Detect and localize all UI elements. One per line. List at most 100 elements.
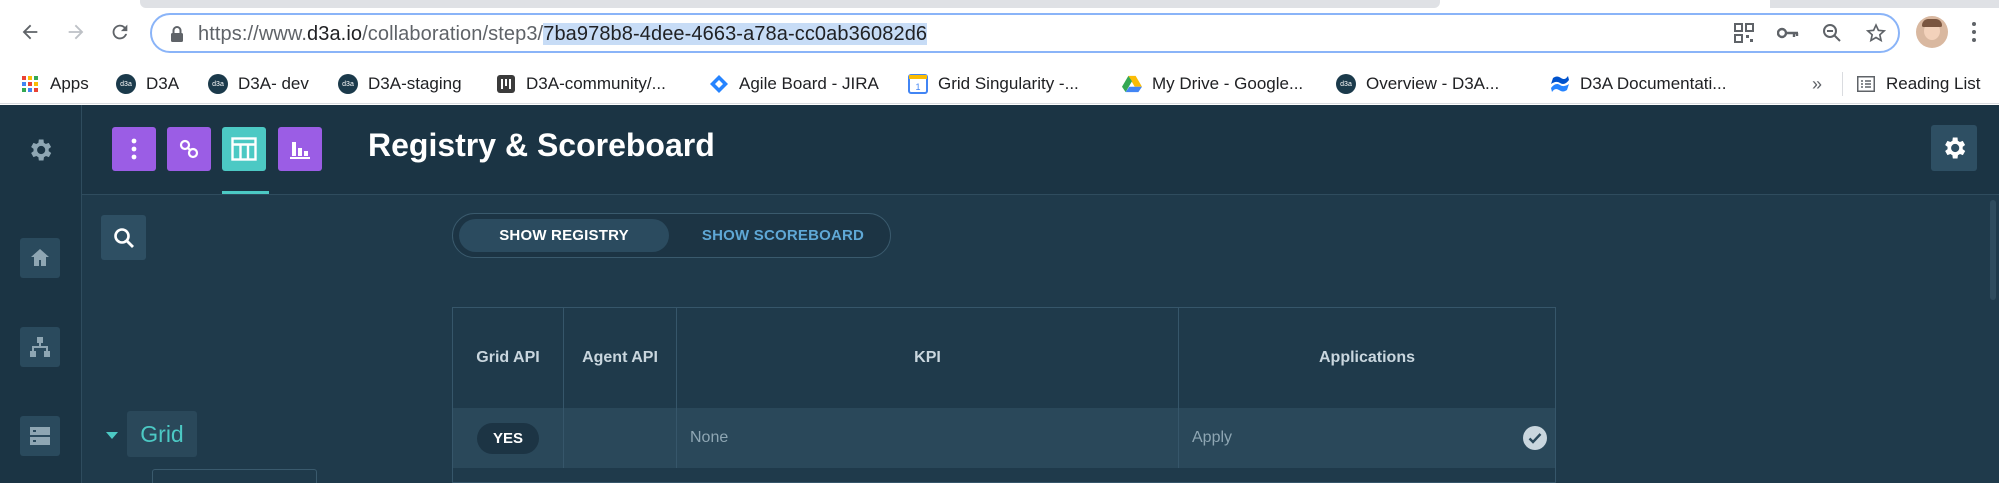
caret-down-icon[interactable] [106, 432, 118, 439]
key-icon[interactable] [1776, 21, 1800, 45]
charts-tool-button[interactable] [278, 127, 322, 171]
show-scoreboard-button[interactable]: SHOW SCOREBOARD [683, 219, 883, 252]
registry-tool-button[interactable] [222, 127, 266, 171]
column-header-kpi[interactable]: KPI [677, 308, 1179, 408]
overflow-label: » [1812, 73, 1823, 94]
github-favicon-icon [496, 74, 516, 94]
column-header-grid-api[interactable]: Grid API [453, 308, 564, 408]
browser-toolbar: https://www.d3a.io/collaboration/step3/7… [0, 0, 1999, 64]
gear-icon [1945, 137, 1966, 159]
avatar-hair [1922, 19, 1942, 27]
bookmark-apps[interactable]: Apps [20, 73, 89, 95]
bookmark-my-drive[interactable]: My Drive - Google... [1122, 73, 1303, 95]
star-icon[interactable] [1864, 21, 1888, 45]
registry-table: Grid API Agent API KPI Applications YES … [452, 307, 1556, 483]
calendar-favicon-icon: 1 [908, 74, 928, 94]
bookmark-overview-d3a[interactable]: d3a Overview - D3A... [1336, 73, 1499, 95]
bookmark-label: D3A [146, 74, 180, 93]
links-tool-button[interactable] [167, 127, 211, 171]
bookmark-label: D3A-community/... [526, 74, 666, 93]
bookmark-d3a-community[interactable]: D3A-community/... [496, 73, 666, 95]
check-circle-icon[interactable] [1523, 426, 1547, 450]
active-tool-indicator [222, 191, 269, 194]
server-icon [30, 427, 50, 445]
yes-badge[interactable]: YES [477, 422, 539, 454]
forward-button[interactable] [60, 16, 92, 48]
page-scrollbar[interactable] [1990, 200, 1996, 300]
apps-grid-icon [20, 74, 40, 94]
table-row: YES None Apply [453, 408, 1555, 468]
column-header-applications[interactable]: Applications [1179, 308, 1555, 408]
d3a-favicon-icon: d3a [116, 74, 136, 94]
bookmark-label: D3A Documentati... [1580, 74, 1727, 93]
reading-list-button[interactable]: Reading List [1856, 73, 1981, 95]
url-path: /collaboration/step3/ [362, 23, 544, 45]
bookmark-d3a-staging[interactable]: d3a D3A-staging [338, 73, 462, 95]
reload-icon [112, 24, 128, 40]
bookmark-grid-singularity[interactable]: 1 Grid Singularity -... [908, 73, 1079, 95]
qr-code-icon[interactable] [1732, 21, 1756, 45]
back-button[interactable] [14, 16, 46, 48]
cell-applications: Apply [1179, 408, 1555, 468]
zoom-out-icon[interactable] [1820, 21, 1844, 45]
d3a-favicon-icon: d3a [208, 74, 228, 94]
url-text[interactable]: https://www.d3a.io/collaboration/step3/7… [198, 23, 928, 46]
search-button[interactable] [101, 215, 146, 260]
bookmark-jira[interactable]: Agile Board - JIRA [709, 73, 879, 95]
vertical-dots-icon [131, 138, 137, 160]
browser-menu-button[interactable] [1962, 18, 1986, 46]
bookmark-label: My Drive - Google... [1152, 74, 1304, 93]
google-drive-icon [1122, 74, 1142, 94]
arrow-left-icon [22, 24, 38, 40]
lock-icon [170, 25, 184, 48]
profile-avatar[interactable] [1916, 16, 1948, 48]
jira-favicon-icon [709, 74, 729, 94]
reading-list-label: Reading List [1886, 74, 1981, 93]
cell-agent-api [564, 408, 677, 468]
bookmark-d3a-documentation[interactable]: D3A Documentati... [1550, 73, 1726, 95]
bookmark-d3a-dev[interactable]: d3a D3A- dev [208, 73, 309, 95]
rail-home-button[interactable] [20, 238, 60, 278]
tree-root-grid[interactable]: Grid [127, 411, 197, 457]
tab-strip-right [1770, 0, 1999, 8]
left-rail [0, 105, 82, 483]
tab-strip [140, 0, 1440, 8]
table-icon [231, 137, 257, 161]
rail-hierarchy-button[interactable] [20, 327, 60, 367]
cell-grid-api: YES [453, 408, 564, 468]
rail-settings-button[interactable] [26, 136, 54, 169]
show-registry-button[interactable]: SHOW REGISTRY [459, 219, 669, 252]
hierarchy-icon [30, 337, 50, 357]
svg-text:1: 1 [915, 82, 920, 92]
reload-button[interactable] [104, 16, 136, 48]
bookmarks-overflow-button[interactable]: » [1812, 73, 1822, 95]
bookmark-label: Apps [50, 74, 89, 93]
column-header-agent-api[interactable]: Agent API [564, 308, 677, 408]
gear-icon [31, 139, 52, 161]
bookmark-label: D3A- dev [238, 74, 309, 93]
bar-chart-icon [290, 142, 310, 159]
url-prefix: https://www. [198, 23, 308, 45]
confluence-favicon-icon [1550, 74, 1570, 94]
address-bar-actions [1732, 21, 1888, 45]
bookmark-label: Agile Board - JIRA [739, 74, 879, 93]
bookmarks-bar: Apps d3a D3A d3a D3A- dev d3a D3A-stagin… [0, 64, 1999, 104]
menu-tool-button[interactable] [112, 127, 156, 171]
search-icon [113, 227, 134, 248]
cell-kpi: None [677, 408, 1179, 468]
url-selected: 7ba978b8-4dee-4663-a78a-cc0ab36082d6 [543, 23, 928, 45]
registry-scoreboard-toggle: SHOW REGISTRY SHOW SCOREBOARD [452, 213, 891, 258]
address-bar[interactable]: https://www.d3a.io/collaboration/step3/7… [150, 13, 1900, 53]
link-icon [179, 139, 199, 159]
apply-link[interactable]: Apply [1192, 429, 1232, 447]
bookmark-label: Overview - D3A... [1366, 74, 1500, 93]
header-settings-button[interactable] [1931, 125, 1977, 171]
bookmark-label: D3A-staging [368, 74, 462, 93]
bookmarks-divider [1842, 72, 1843, 96]
page-title: Registry & Scoreboard [368, 127, 715, 163]
d3a-favicon-icon: d3a [1336, 74, 1356, 94]
bookmark-d3a[interactable]: d3a D3A [116, 73, 179, 95]
reading-list-icon [1856, 74, 1876, 94]
rail-server-button[interactable] [20, 416, 60, 456]
tree-child-node[interactable] [152, 469, 317, 483]
